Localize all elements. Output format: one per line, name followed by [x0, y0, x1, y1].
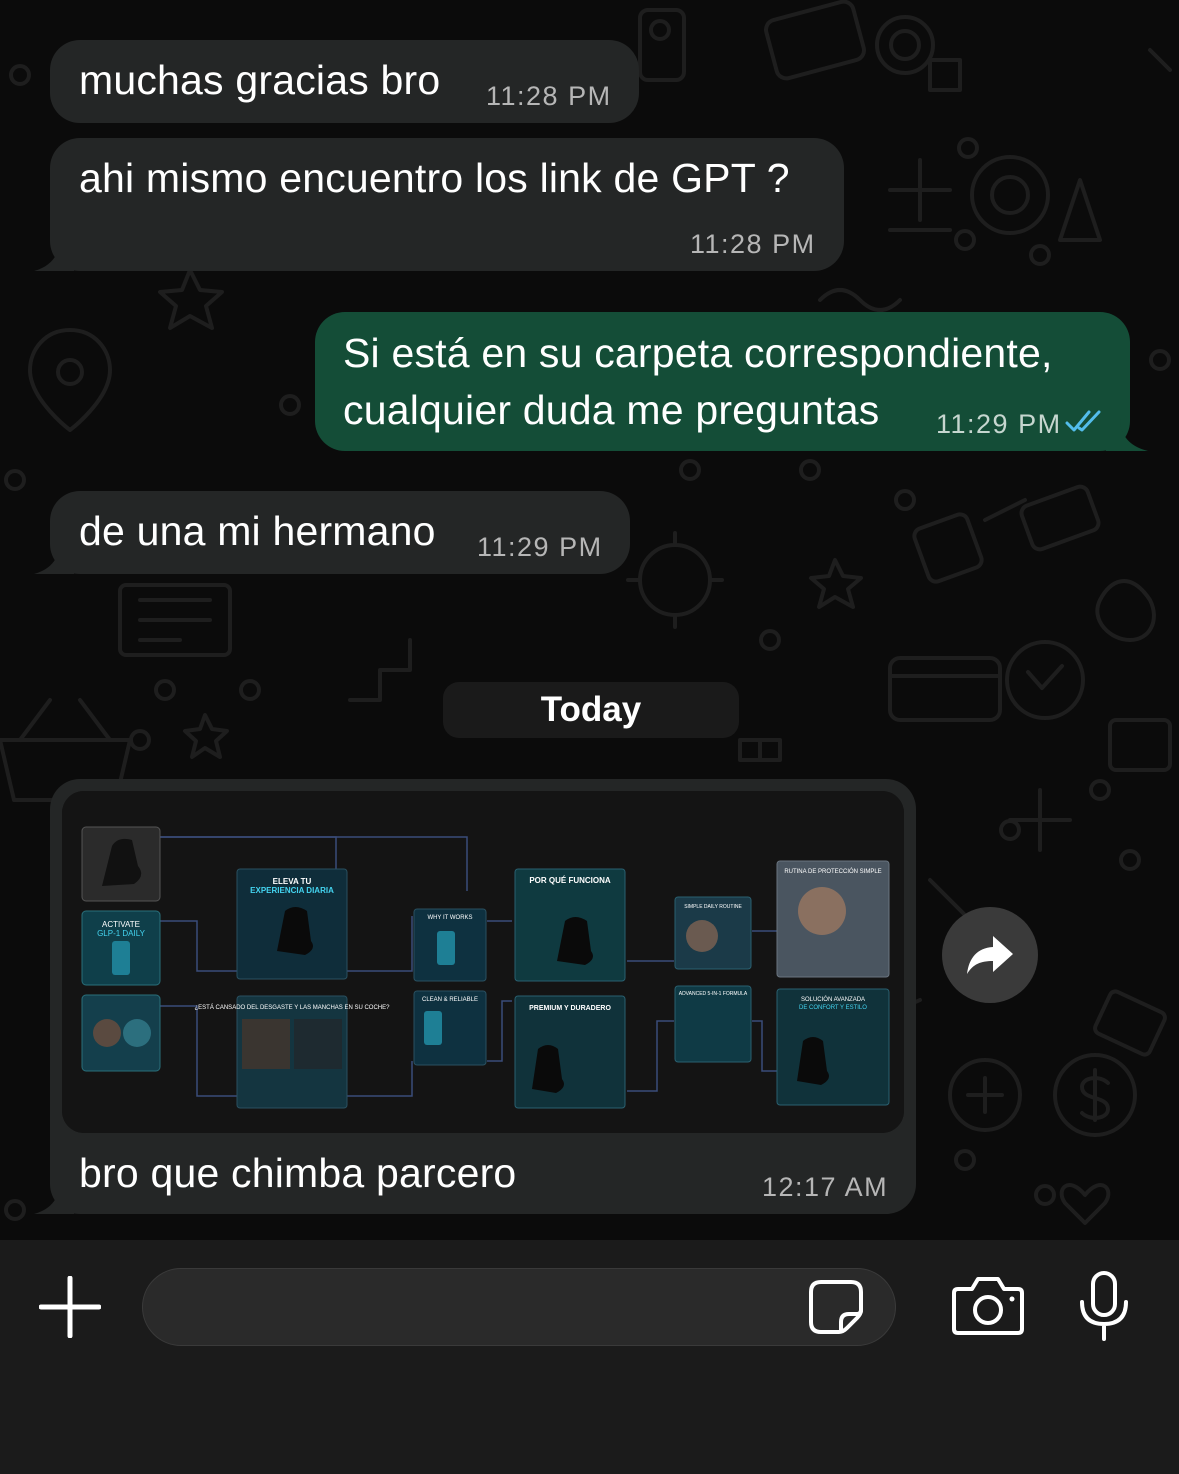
message-timestamp: 12:17 AM: [762, 1172, 889, 1202]
incoming-message[interactable]: muchas gracias bro 11:28 PM: [50, 40, 639, 123]
node-title: ¿ESTÁ CANSADO DEL DESGASTE Y LAS MANCHAS…: [195, 1004, 391, 1011]
sticker-icon: [809, 1280, 863, 1334]
node-title: POR QUÉ FUNCIONA: [529, 876, 611, 885]
forward-icon: [967, 936, 1013, 974]
message-timestamp: 11:28 PM: [690, 229, 816, 259]
read-receipt-double-check-icon: [1065, 410, 1101, 432]
chat-area[interactable]: muchas gracias bro 11:28 PM ahi mismo en…: [0, 0, 1179, 1240]
node-title: ADVANCED 5-IN-1 FORMULA: [679, 991, 748, 997]
date-separator: Today: [443, 682, 739, 738]
node-title: ELEVA TU: [273, 877, 312, 886]
message-text-line-2: cualquier duda me preguntas: [343, 387, 880, 433]
microphone-icon: [1080, 1271, 1128, 1341]
node-title: GLP-1 DAILY: [97, 929, 146, 938]
attach-button[interactable]: [38, 1275, 102, 1339]
node-title: EXPERIENCIA DIARIA: [250, 886, 334, 895]
message-text: ahi mismo encuentro los link de GPT ?: [79, 155, 790, 201]
workflow-thumbnail-image: ACTIVATE GLP-1 DAILY ELEVA TU EXPERIENCI…: [62, 791, 904, 1133]
incoming-message[interactable]: ahi mismo encuentro los link de GPT ? 11…: [50, 138, 844, 271]
forward-button[interactable]: [942, 907, 1038, 1003]
message-text: de una mi hermano: [79, 508, 436, 554]
outgoing-message[interactable]: Si está en su carpeta correspondiente, c…: [315, 312, 1130, 451]
message-input-bar: [0, 1240, 1179, 1474]
message-text-field[interactable]: [142, 1268, 896, 1347]
node-title: SOLUCIÓN AVANZADA: [801, 996, 865, 1003]
node-title: PREMIUM Y DURADERO: [529, 1005, 611, 1012]
message-timestamp: 11:29 PM: [936, 409, 1062, 439]
sticker-button[interactable]: [805, 1276, 867, 1338]
message-text: muchas gracias bro: [79, 57, 441, 103]
bubble-tail: [34, 238, 74, 271]
plus-icon: [39, 1276, 101, 1338]
camera-button[interactable]: [950, 1272, 1026, 1338]
bubble-tail: [34, 541, 74, 574]
node-title: ACTIVATE: [102, 920, 140, 929]
node-title: DE CONFORT Y ESTILO: [799, 1005, 867, 1011]
message-timestamp: 11:28 PM: [486, 81, 612, 111]
message-image[interactable]: ACTIVATE GLP-1 DAILY ELEVA TU EXPERIENCI…: [62, 791, 904, 1133]
incoming-image-message[interactable]: ACTIVATE GLP-1 DAILY ELEVA TU EXPERIENCI…: [50, 779, 916, 1214]
node-title: RUTINA DE PROTECCIÓN SIMPLE: [784, 868, 881, 875]
incoming-message[interactable]: de una mi hermano 11:29 PM: [50, 491, 630, 574]
message-timestamp: 11:29 PM: [477, 532, 603, 562]
node-title: SIMPLE DAILY ROUTINE: [684, 904, 742, 910]
node-title: WHY IT WORKS: [427, 915, 472, 921]
message-text-line-1: Si está en su carpeta correspondiente,: [343, 330, 1053, 376]
camera-icon: [952, 1277, 1024, 1335]
voice-message-button[interactable]: [1074, 1268, 1134, 1344]
image-caption: bro que chimba parcero: [79, 1150, 517, 1196]
bubble-tail: [34, 1181, 74, 1214]
bubble-tail: [1106, 418, 1148, 451]
message-input[interactable]: [167, 1269, 791, 1347]
node-title: CLEAN & RELIABLE: [422, 997, 478, 1003]
